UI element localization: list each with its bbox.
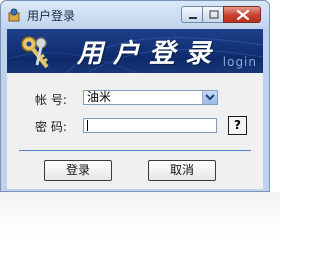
title-bar[interactable]: 用户登录 xyxy=(1,1,269,27)
separator xyxy=(19,150,251,151)
login-form: 帐 号: 油米 密 码: ? 登录 取消 xyxy=(7,73,263,189)
login-window: 用户登录 用户登录 login 帐 号: 油米 密 码: ? 登录 取消 xyxy=(0,0,270,192)
dropdown-arrow-icon[interactable] xyxy=(202,91,217,104)
close-button[interactable] xyxy=(223,6,261,23)
account-select[interactable]: 油米 xyxy=(83,90,218,105)
window-title: 用户登录 xyxy=(27,9,76,23)
login-button[interactable]: 登录 xyxy=(44,160,112,181)
minimize-button[interactable] xyxy=(181,6,203,23)
cancel-button[interactable]: 取消 xyxy=(148,160,216,181)
minimize-icon xyxy=(189,17,197,19)
password-label: 密 码: xyxy=(35,120,67,134)
banner-title: 用户登录 xyxy=(77,39,222,69)
account-label: 帐 号: xyxy=(35,93,67,107)
account-value: 油米 xyxy=(87,90,112,104)
help-button[interactable]: ? xyxy=(228,116,247,135)
maximize-icon xyxy=(209,10,219,19)
close-icon xyxy=(236,9,250,21)
maximize-button[interactable] xyxy=(202,6,224,23)
keys-icon xyxy=(17,33,57,73)
app-icon xyxy=(7,7,21,22)
password-field[interactable] xyxy=(83,118,217,133)
window-reflection xyxy=(0,192,280,270)
login-banner: 用户登录 login xyxy=(7,29,263,73)
text-caret xyxy=(87,120,88,131)
banner-subtitle: login xyxy=(222,55,257,69)
